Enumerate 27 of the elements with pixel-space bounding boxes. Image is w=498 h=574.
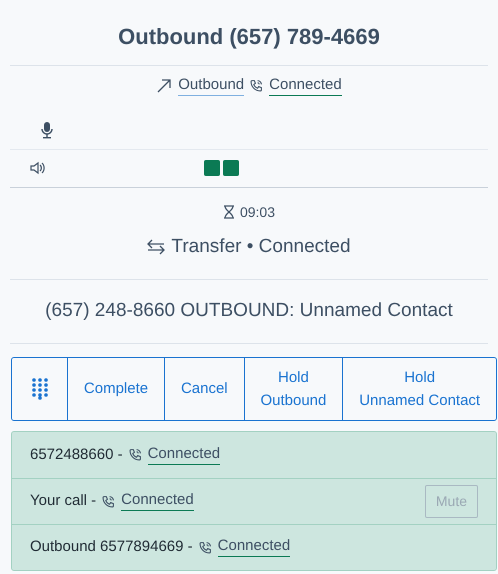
phone-icon [198, 540, 212, 554]
microphone-icon [40, 121, 54, 140]
contact-line: (657) 248-8660 OUTBOUND: Unnamed Contact [44, 299, 454, 324]
action-button[interactable]: Hold Outbound [244, 358, 342, 420]
call-title: Outbound (657) 789-4669 [117, 23, 381, 51]
action-button[interactable]: Hold Unnamed Contact [342, 358, 496, 420]
status-link[interactable]: Connected [121, 491, 194, 512]
action-button[interactable]: Complete [67, 358, 164, 420]
volume-meter-drawing [204, 160, 239, 176]
direction-link[interactable]: Outbound [178, 76, 244, 96]
action-button[interactable]: Cancel [164, 358, 244, 420]
participant-name: Your call - [30, 491, 96, 511]
participant-name: 6572488660 - [30, 444, 123, 464]
status-link[interactable]: Connected [218, 537, 290, 558]
status-link[interactable]: Connected [269, 76, 342, 96]
keypad-icon [32, 378, 48, 400]
hourglass-icon [222, 205, 235, 220]
phone-icon [250, 79, 264, 92]
phone-icon [102, 494, 116, 508]
transfer-arrows-icon [147, 239, 166, 255]
call-timer: 09:03 [240, 202, 276, 222]
speaker-icon [30, 161, 46, 176]
status-link[interactable]: Connected [148, 444, 220, 465]
transfer-status: Transfer • Connected [171, 234, 351, 259]
participant-name: Outbound 6577894669 - [30, 537, 193, 557]
outgoing-arrow-icon [156, 78, 172, 94]
phone-icon [128, 448, 142, 462]
